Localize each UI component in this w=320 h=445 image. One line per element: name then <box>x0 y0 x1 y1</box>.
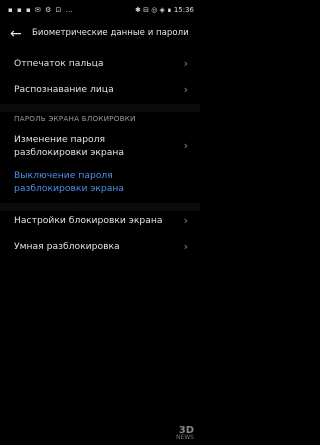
lock-screen-settings-label: Настройки блокировки экрана <box>14 215 163 226</box>
lock-password-section-heading: ПАРОЛЬ ЭКРАНА БЛОКИРОВКИ <box>14 114 136 123</box>
change-lock-password-item[interactable]: Изменение пароля разблокировки экрана › <box>0 134 200 164</box>
disable-lock-password-item[interactable]: Выключение пароля разблокировки экрана <box>0 170 200 200</box>
smart-unlock-item[interactable]: Умная разблокировка › <box>0 237 200 259</box>
chevron-right-icon: › <box>183 139 188 152</box>
chevron-right-icon: › <box>183 214 188 227</box>
header: ← Биометрические данные и пароли <box>0 24 200 46</box>
fingerprint-item[interactable]: Отпечаток пальца › <box>0 54 200 76</box>
change-password-line2: разблокировки экрана <box>14 147 125 158</box>
fingerprint-label: Отпечаток пальца <box>14 58 104 69</box>
status-bar: ▪ ▪ ▪ ✉ ⚙ ⊡ … ✱ ⊟ ◎ ◈ ∎ 15:36 <box>0 0 200 22</box>
watermark-top: 3D <box>178 425 194 436</box>
chevron-right-icon: › <box>183 240 188 253</box>
section-gap <box>0 104 200 112</box>
change-password-line1: Изменение пароля <box>14 134 106 145</box>
status-icons-right: ✱ ⊟ ◎ ◈ ∎ 15:36 <box>135 6 194 14</box>
status-icons-left: ▪ ▪ ▪ ✉ ⚙ ⊡ … <box>8 6 74 14</box>
face-recognition-item[interactable]: Распознавание лица › <box>0 80 200 102</box>
page-title: Биометрические данные и пароли <box>32 28 189 38</box>
disable-password-line2: разблокировки экрана <box>14 183 125 194</box>
disable-password-line1: Выключение пароля <box>14 170 113 181</box>
section-gap <box>0 203 200 211</box>
watermark: 3D NEWS <box>175 425 194 442</box>
watermark-bottom: NEWS <box>175 434 194 441</box>
chevron-right-icon: › <box>183 83 188 96</box>
smart-unlock-label: Умная разблокировка <box>14 241 120 252</box>
lock-screen-settings-item[interactable]: Настройки блокировки экрана › <box>0 211 200 233</box>
face-recognition-label: Распознавание лица <box>14 84 114 95</box>
back-arrow-icon[interactable]: ← <box>10 24 24 44</box>
chevron-right-icon: › <box>183 57 188 70</box>
